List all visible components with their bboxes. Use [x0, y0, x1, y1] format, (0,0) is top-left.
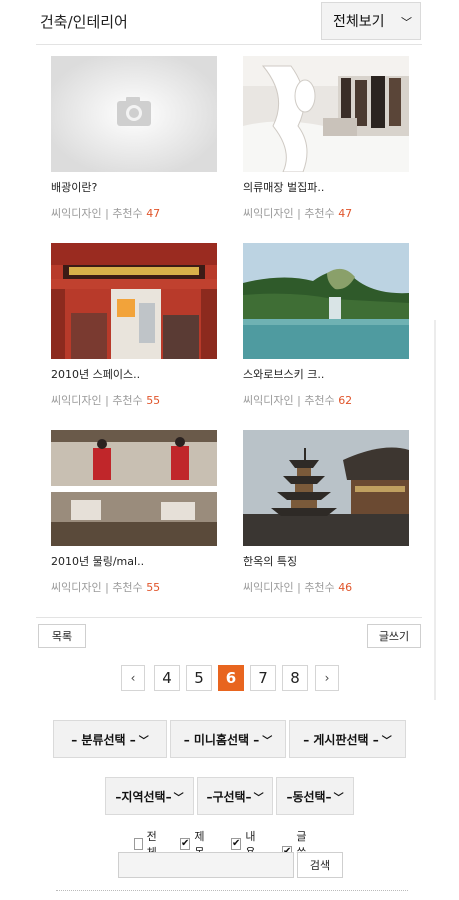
chevron-down-icon: ﹀ [173, 792, 184, 804]
board-select-label: – 게시판선택 – [303, 732, 379, 747]
post-author: 씨익디자인 [51, 581, 102, 594]
post-author: 씨익디자인 [51, 394, 102, 407]
chevron-down-icon: ﹀ [253, 792, 264, 804]
post-card[interactable]: 한옥의 특징 씨익디자인 | 추천수 46 [243, 430, 409, 595]
recommend-label: 추천수 [112, 581, 143, 594]
post-card[interactable]: 2010년 물링/mal.. 씨익디자인 | 추천수 55 [51, 430, 217, 595]
board-title: 건축/인테리어 [40, 13, 128, 31]
prev-page-button[interactable]: ‹ [121, 665, 145, 691]
post-card[interactable]: 배광이란? 씨익디자인 | 추천수 47 [51, 56, 217, 221]
board-select[interactable]: – 게시판선택 – ﹀ [289, 720, 406, 758]
bottom-divider [56, 890, 408, 891]
post-meta: 씨익디자인 | 추천수 55 [51, 394, 161, 407]
page-7[interactable]: 7 [250, 665, 276, 691]
post-meta: 씨익디자인 | 추천수 47 [51, 207, 161, 220]
post-thumbnail[interactable] [51, 430, 217, 546]
post-author: 씨익디자인 [243, 394, 294, 407]
list-divider [36, 617, 422, 618]
post-thumbnail[interactable] [243, 430, 409, 546]
post-title[interactable]: 2010년 물링/mal.. [51, 553, 217, 567]
category-select-label: – 분류선택 – [71, 732, 136, 747]
chevron-down-icon: ﹀ [381, 735, 392, 747]
post-meta: 씨익디자인 | 추천수 62 [243, 394, 353, 407]
post-meta: 씨익디자인 | 추천수 47 [243, 207, 353, 220]
page-6-current[interactable]: 6 [218, 665, 244, 691]
region-select[interactable]: –지역선택– ﹀ [105, 777, 194, 815]
post-thumbnail[interactable] [243, 243, 409, 359]
minihome-select[interactable]: – 미니홈선택 – ﹀ [170, 720, 286, 758]
page-4[interactable]: 4 [154, 665, 180, 691]
write-button[interactable]: 글쓰기 [367, 624, 421, 648]
recommend-count: 46 [338, 581, 353, 594]
post-meta: 씨익디자인 | 추천수 55 [51, 581, 161, 594]
region-select-label: –지역선택– [115, 789, 172, 804]
recommend-label: 추천수 [304, 581, 335, 594]
chevron-down-icon: ﹀ [138, 735, 149, 747]
chevron-down-icon: ﹀ [401, 16, 412, 29]
dong-select[interactable]: –동선택– ﹀ [276, 777, 354, 815]
recommend-count: 55 [146, 394, 161, 407]
recommend-label: 추천수 [304, 394, 335, 407]
recommend-label: 추천수 [304, 207, 335, 220]
recommend-count: 55 [146, 581, 161, 594]
recommend-count: 47 [146, 207, 161, 220]
chevron-down-icon: ﹀ [262, 735, 273, 747]
view-all-dropdown[interactable]: 전체보기 ﹀ [321, 2, 421, 40]
post-card[interactable]: 의류매장 벌집파.. 씨익디자인 | 추천수 47 [243, 56, 409, 221]
district-select[interactable]: –구선택– ﹀ [197, 777, 273, 815]
no-image-thumbnail[interactable] [51, 56, 217, 172]
search-button[interactable]: 검색 [297, 852, 343, 878]
recommend-label: 추천수 [112, 394, 143, 407]
camera-icon [117, 97, 151, 126]
minihome-select-label: – 미니홈선택 – [183, 732, 260, 747]
page-8[interactable]: 8 [282, 665, 308, 691]
post-author: 씨익디자인 [243, 581, 294, 594]
category-select[interactable]: – 분류선택 – ﹀ [53, 720, 167, 758]
checkbox-unchecked-icon[interactable] [134, 838, 143, 850]
post-title[interactable]: 2010년 스페이스.. [51, 366, 217, 380]
post-author: 씨익디자인 [243, 207, 294, 220]
search-input[interactable] [118, 852, 294, 878]
list-button[interactable]: 목록 [38, 624, 86, 648]
next-page-button[interactable]: › [315, 665, 339, 691]
chevron-down-icon: ﹀ [333, 792, 344, 804]
checkmark-icon[interactable]: ✔ [231, 838, 242, 850]
header-divider [36, 44, 422, 45]
board-header: 건축/인테리어 전체보기 ﹀ [0, 0, 459, 44]
post-title[interactable]: 의류매장 벌집파.. [243, 179, 409, 193]
recommend-count: 47 [338, 207, 353, 220]
scrollbar[interactable] [434, 320, 436, 700]
post-title[interactable]: 한옥의 특징 [243, 553, 409, 567]
dong-select-label: –동선택– [286, 789, 332, 804]
post-author: 씨익디자인 [51, 207, 102, 220]
page-5[interactable]: 5 [186, 665, 212, 691]
post-card[interactable]: 스와로브스키 크.. 씨익디자인 | 추천수 62 [243, 243, 409, 408]
recommend-count: 62 [338, 394, 353, 407]
post-meta: 씨익디자인 | 추천수 46 [243, 581, 353, 594]
checkmark-icon[interactable]: ✔ [180, 838, 191, 850]
post-title[interactable]: 배광이란? [51, 179, 217, 193]
district-select-label: –구선택– [206, 789, 252, 804]
post-thumbnail[interactable] [51, 243, 217, 359]
post-thumbnail[interactable] [243, 56, 409, 172]
post-title[interactable]: 스와로브스키 크.. [243, 366, 409, 380]
post-card[interactable]: 2010년 스페이스.. 씨익디자인 | 추천수 55 [51, 243, 217, 408]
view-all-label: 전체보기 [333, 14, 385, 30]
recommend-label: 추천수 [112, 207, 143, 220]
